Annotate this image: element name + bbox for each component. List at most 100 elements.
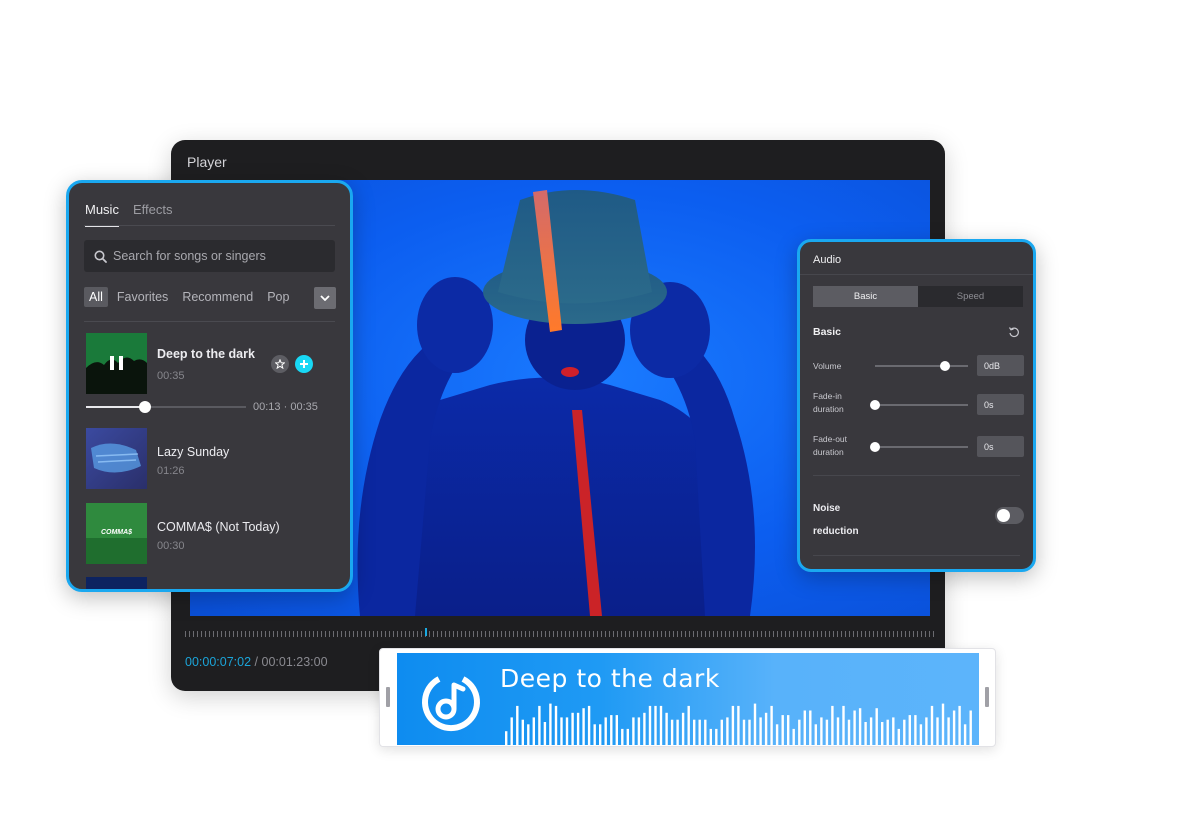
categories-divider — [84, 321, 335, 322]
segment-speed[interactable]: Speed — [918, 286, 1023, 307]
add-to-timeline-button[interactable] — [295, 355, 313, 373]
waveform-bar — [947, 717, 950, 745]
fade-out-value-field[interactable]: 0s — [977, 436, 1024, 457]
song-duration: 01:26 — [157, 465, 185, 477]
song-item[interactable] — [86, 577, 336, 589]
waveform-bar — [969, 710, 972, 745]
tab-effects[interactable]: Effects — [133, 202, 173, 227]
fade-in-value-field[interactable]: 0s — [977, 394, 1024, 415]
waveform-bar — [571, 712, 574, 745]
fade-out-slider[interactable] — [870, 442, 968, 452]
waveform-bar — [731, 705, 735, 745]
fade-out-slider-knob[interactable] — [870, 442, 880, 452]
waveform-bar — [897, 728, 900, 745]
waveform-bar — [505, 731, 508, 745]
waveform-bar — [792, 728, 795, 745]
waveform-bar — [864, 722, 867, 745]
player-title: Player — [187, 154, 227, 170]
noise-reduction-toggle[interactable] — [995, 507, 1024, 524]
volume-label: Volume — [813, 360, 841, 373]
waveform-bar — [875, 708, 878, 745]
elapsed-time: 00:13 — [253, 401, 281, 413]
waveform-bar — [787, 715, 790, 745]
waveform-bar — [836, 717, 840, 745]
reset-button[interactable] — [1008, 325, 1020, 343]
song-item[interactable]: Deep to the dark 00:35 — [86, 333, 336, 395]
tab-music[interactable]: Music — [85, 202, 119, 227]
waveform-bar — [930, 705, 934, 745]
waveform-bar — [615, 715, 618, 745]
section-title: Basic — [813, 326, 842, 338]
waveform-bar — [516, 705, 519, 745]
waveform-bar — [665, 712, 668, 745]
star-icon — [275, 359, 285, 369]
clip-right-handle[interactable] — [985, 687, 989, 707]
album-art — [86, 428, 147, 489]
waveform-bar — [958, 705, 961, 745]
time-separator: / — [254, 655, 259, 669]
clip-left-handle[interactable] — [386, 687, 390, 707]
favorite-button[interactable] — [271, 355, 289, 373]
audio-panel-title: Audio — [813, 254, 842, 266]
waveform-bar — [593, 724, 596, 745]
waveform-bar — [853, 710, 856, 745]
waveform-bar — [587, 705, 591, 745]
waveform-bar — [781, 715, 784, 745]
waveform-bar — [941, 703, 945, 745]
fade-in-slider-knob[interactable] — [870, 400, 880, 410]
waveform-bar — [582, 708, 585, 745]
waveform-bar — [670, 719, 674, 745]
waveform-bar — [648, 705, 652, 745]
category-all[interactable]: All — [84, 287, 108, 307]
volume-slider-knob[interactable] — [939, 361, 950, 371]
album-art: COMMA$ — [86, 503, 147, 564]
waveform-bar — [775, 724, 779, 745]
category-pop[interactable]: Pop — [262, 287, 294, 307]
more-categories-button[interactable] — [314, 287, 336, 309]
song-total-time: 00:35 — [290, 401, 318, 413]
volume-slider[interactable] — [875, 361, 968, 371]
waveform-bar — [936, 717, 939, 745]
timeline-playhead[interactable] — [425, 628, 427, 636]
song-item[interactable]: COMMA$ COMMA$ (Not Today) 00:30 — [86, 503, 336, 565]
waveform-bar — [847, 719, 851, 745]
waveform-bar — [693, 719, 696, 745]
waveform-bar — [676, 719, 679, 745]
waveform-bar — [654, 705, 657, 745]
segment-basic[interactable]: Basic — [813, 286, 918, 307]
waveform-bar — [831, 705, 834, 745]
waveform-bar — [527, 724, 530, 745]
waveform-bar — [659, 705, 663, 745]
timeline-scrubber[interactable] — [185, 631, 935, 637]
fade-out-label-line1: Fade-out — [813, 434, 848, 444]
clip-body[interactable]: Deep to the dark — [397, 653, 979, 745]
divider — [800, 274, 1033, 275]
waveform-bar — [869, 717, 873, 745]
waveform-bar — [770, 705, 773, 745]
waveform-bar — [709, 728, 712, 745]
search-input[interactable]: Search for songs or singers — [84, 240, 335, 272]
category-recommend[interactable]: Recommend — [177, 287, 258, 307]
audio-clip[interactable]: Deep to the dark — [379, 648, 996, 747]
reset-icon — [1008, 327, 1019, 338]
waveform-bar — [549, 703, 552, 745]
volume-value-field[interactable]: 0dB — [977, 355, 1024, 376]
total-time: 00:01:23:00 — [261, 655, 328, 669]
search-placeholder: Search for songs or singers — [113, 249, 266, 263]
category-favorites[interactable]: Favorites — [112, 287, 173, 307]
waveform-bar — [858, 708, 862, 745]
song-progress-time: 00:13 · 00:35 — [253, 401, 318, 413]
waveform-bar — [554, 705, 558, 745]
fade-in-slider[interactable] — [870, 400, 968, 410]
waveform-bar — [637, 717, 641, 745]
pause-icon[interactable] — [86, 333, 147, 394]
toggle-knob — [997, 509, 1010, 522]
waveform-bar — [576, 712, 580, 745]
waveform-bar — [643, 712, 646, 745]
song-progress-slider[interactable] — [86, 401, 246, 413]
waveform-bar — [599, 724, 602, 745]
plus-icon — [300, 360, 308, 368]
song-progress-knob[interactable] — [139, 401, 152, 413]
waveform-bar — [925, 717, 928, 745]
song-item[interactable]: Lazy Sunday 01:26 — [86, 428, 336, 490]
